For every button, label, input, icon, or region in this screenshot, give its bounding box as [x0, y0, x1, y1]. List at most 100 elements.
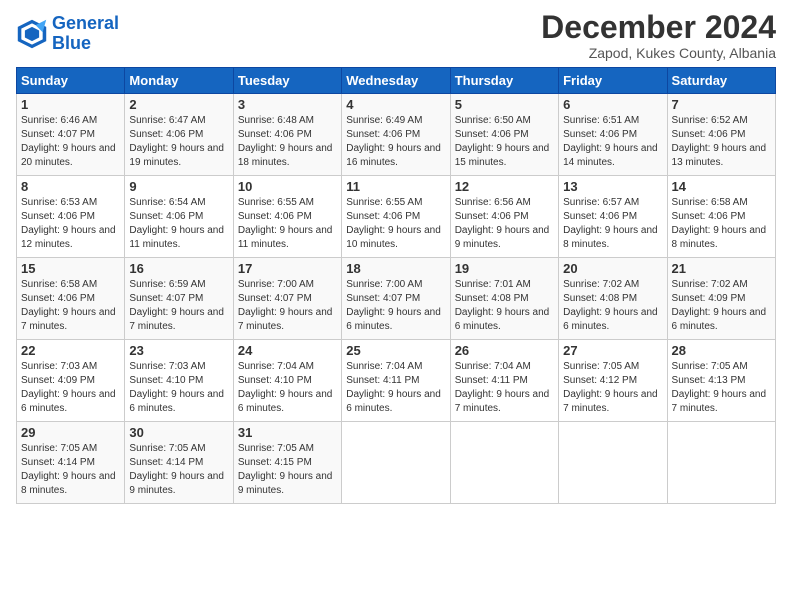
calendar-cell: 5 Sunrise: 6:50 AMSunset: 4:06 PMDaylight…: [450, 94, 558, 176]
day-info: Sunrise: 7:02 AMSunset: 4:08 PMDaylight:…: [563, 278, 662, 334]
day-number: 4: [346, 97, 445, 112]
day-info: Sunrise: 6:53 AMSunset: 4:06 PMDaylight:…: [21, 196, 120, 252]
calendar-cell: 4 Sunrise: 6:49 AMSunset: 4:06 PMDaylight…: [342, 94, 450, 176]
col-tuesday: Tuesday: [233, 68, 341, 94]
day-number: 13: [563, 179, 662, 194]
day-number: 10: [238, 179, 337, 194]
day-info: Sunrise: 7:03 AMSunset: 4:09 PMDaylight:…: [21, 360, 120, 416]
calendar-cell: 1Sunrise: 6:46 AMSunset: 4:07 PMDaylight…: [17, 94, 125, 176]
day-info: Sunrise: 7:05 AMSunset: 4:14 PMDaylight:…: [21, 442, 120, 498]
col-sunday: Sunday: [17, 68, 125, 94]
day-number: 21: [672, 261, 771, 276]
day-number: 30: [129, 425, 228, 440]
day-info: Sunrise: 6:55 AMSunset: 4:06 PMDaylight:…: [238, 196, 337, 252]
calendar-cell: 8 Sunrise: 6:53 AMSunset: 4:06 PMDaylight…: [17, 176, 125, 258]
day-info: Sunrise: 6:57 AMSunset: 4:06 PMDaylight:…: [563, 196, 662, 252]
day-number: 25: [346, 343, 445, 358]
calendar-cell: 26Sunrise: 7:04 AMSunset: 4:11 PMDayligh…: [450, 340, 558, 422]
calendar-cell: 12 Sunrise: 6:56 AMSunset: 4:06 PMDayligh…: [450, 176, 558, 258]
day-info: Sunrise: 7:04 AMSunset: 4:11 PMDaylight:…: [455, 360, 554, 416]
logo-text: General Blue: [52, 14, 119, 54]
day-number: 8: [21, 179, 120, 194]
day-number: 24: [238, 343, 337, 358]
col-monday: Monday: [125, 68, 233, 94]
calendar-header-row: Sunday Monday Tuesday Wednesday Thursday…: [17, 68, 776, 94]
day-info: Sunrise: 6:54 AMSunset: 4:06 PMDaylight:…: [129, 196, 228, 252]
day-info: Sunrise: 6:50 AMSunset: 4:06 PMDaylight:…: [455, 114, 554, 170]
day-info: Sunrise: 6:58 AMSunset: 4:06 PMDaylight:…: [21, 278, 120, 334]
day-number: 28: [672, 343, 771, 358]
calendar-cell: [342, 422, 450, 504]
calendar-cell: 16Sunrise: 6:59 AMSunset: 4:07 PMDayligh…: [125, 258, 233, 340]
day-info: Sunrise: 6:59 AMSunset: 4:07 PMDaylight:…: [129, 278, 228, 334]
day-info: Sunrise: 7:04 AMSunset: 4:10 PMDaylight:…: [238, 360, 337, 416]
calendar-row: 1Sunrise: 6:46 AMSunset: 4:07 PMDaylight…: [17, 94, 776, 176]
day-number: 15: [21, 261, 120, 276]
calendar-cell: 6Sunrise: 6:51 AMSunset: 4:06 PMDaylight…: [559, 94, 667, 176]
calendar-cell: 13 Sunrise: 6:57 AMSunset: 4:06 PMDayligh…: [559, 176, 667, 258]
day-info: Sunrise: 7:00 AMSunset: 4:07 PMDaylight:…: [238, 278, 337, 334]
col-thursday: Thursday: [450, 68, 558, 94]
logo-line2: Blue: [52, 34, 119, 54]
day-number: 18: [346, 261, 445, 276]
calendar-cell: [450, 422, 558, 504]
calendar-cell: 11Sunrise: 6:55 AMSunset: 4:06 PMDayligh…: [342, 176, 450, 258]
day-info: Sunrise: 6:47 AMSunset: 4:06 PMDaylight:…: [129, 114, 228, 170]
calendar-body: 1Sunrise: 6:46 AMSunset: 4:07 PMDaylight…: [17, 94, 776, 504]
day-info: Sunrise: 6:46 AMSunset: 4:07 PMDaylight:…: [21, 114, 120, 170]
day-info: Sunrise: 7:02 AMSunset: 4:09 PMDaylight:…: [672, 278, 771, 334]
calendar-cell: 23 Sunrise: 7:03 AMSunset: 4:10 PMDayligh…: [125, 340, 233, 422]
calendar-cell: 31 Sunrise: 7:05 AMSunset: 4:15 PMDayligh…: [233, 422, 341, 504]
day-number: 12: [455, 179, 554, 194]
day-number: 14: [672, 179, 771, 194]
calendar-cell: [559, 422, 667, 504]
day-info: Sunrise: 7:05 AMSunset: 4:14 PMDaylight:…: [129, 442, 228, 498]
calendar-cell: 27 Sunrise: 7:05 AMSunset: 4:12 PMDayligh…: [559, 340, 667, 422]
day-info: Sunrise: 7:05 AMSunset: 4:13 PMDaylight:…: [672, 360, 771, 416]
day-number: 7: [672, 97, 771, 112]
calendar-cell: 21 Sunrise: 7:02 AMSunset: 4:09 PMDayligh…: [667, 258, 775, 340]
calendar-cell: 9Sunrise: 6:54 AMSunset: 4:06 PMDaylight…: [125, 176, 233, 258]
day-number: 11: [346, 179, 445, 194]
month-title: December 2024: [541, 10, 776, 45]
logo: General Blue: [16, 14, 119, 54]
day-info: Sunrise: 6:48 AMSunset: 4:06 PMDaylight:…: [238, 114, 337, 170]
day-number: 6: [563, 97, 662, 112]
calendar-cell: 7Sunrise: 6:52 AMSunset: 4:06 PMDaylight…: [667, 94, 775, 176]
day-number: 19: [455, 261, 554, 276]
day-number: 22: [21, 343, 120, 358]
location-title: Zapod, Kukes County, Albania: [541, 45, 776, 61]
day-info: Sunrise: 7:04 AMSunset: 4:11 PMDaylight:…: [346, 360, 445, 416]
calendar-cell: 17 Sunrise: 7:00 AMSunset: 4:07 PMDayligh…: [233, 258, 341, 340]
day-info: Sunrise: 6:49 AMSunset: 4:06 PMDaylight:…: [346, 114, 445, 170]
calendar-cell: 25 Sunrise: 7:04 AMSunset: 4:11 PMDayligh…: [342, 340, 450, 422]
day-info: Sunrise: 7:00 AMSunset: 4:07 PMDaylight:…: [346, 278, 445, 334]
day-number: 2: [129, 97, 228, 112]
day-number: 27: [563, 343, 662, 358]
col-wednesday: Wednesday: [342, 68, 450, 94]
day-info: Sunrise: 6:58 AMSunset: 4:06 PMDaylight:…: [672, 196, 771, 252]
day-number: 29: [21, 425, 120, 440]
day-number: 5: [455, 97, 554, 112]
calendar-cell: 10 Sunrise: 6:55 AMSunset: 4:06 PMDayligh…: [233, 176, 341, 258]
day-info: Sunrise: 7:03 AMSunset: 4:10 PMDaylight:…: [129, 360, 228, 416]
calendar-cell: 22 Sunrise: 7:03 AMSunset: 4:09 PMDayligh…: [17, 340, 125, 422]
header: General Blue December 2024 Zapod, Kukes …: [16, 10, 776, 61]
calendar-cell: 19Sunrise: 7:01 AMSunset: 4:08 PMDayligh…: [450, 258, 558, 340]
day-number: 20: [563, 261, 662, 276]
calendar-cell: 29 Sunrise: 7:05 AMSunset: 4:14 PMDayligh…: [17, 422, 125, 504]
day-info: Sunrise: 6:56 AMSunset: 4:06 PMDaylight:…: [455, 196, 554, 252]
day-number: 17: [238, 261, 337, 276]
calendar-cell: 3 Sunrise: 6:48 AMSunset: 4:06 PMDaylight…: [233, 94, 341, 176]
day-number: 3: [238, 97, 337, 112]
day-info: Sunrise: 7:05 AMSunset: 4:15 PMDaylight:…: [238, 442, 337, 498]
logo-icon: [16, 18, 48, 50]
calendar-table: Sunday Monday Tuesday Wednesday Thursday…: [16, 67, 776, 504]
day-info: Sunrise: 7:05 AMSunset: 4:12 PMDaylight:…: [563, 360, 662, 416]
calendar-cell: [667, 422, 775, 504]
calendar-cell: 2 Sunrise: 6:47 AMSunset: 4:06 PMDaylight…: [125, 94, 233, 176]
day-number: 31: [238, 425, 337, 440]
day-number: 23: [129, 343, 228, 358]
calendar-row: 15 Sunrise: 6:58 AMSunset: 4:06 PMDayligh…: [17, 258, 776, 340]
calendar-cell: 30 Sunrise: 7:05 AMSunset: 4:14 PMDayligh…: [125, 422, 233, 504]
